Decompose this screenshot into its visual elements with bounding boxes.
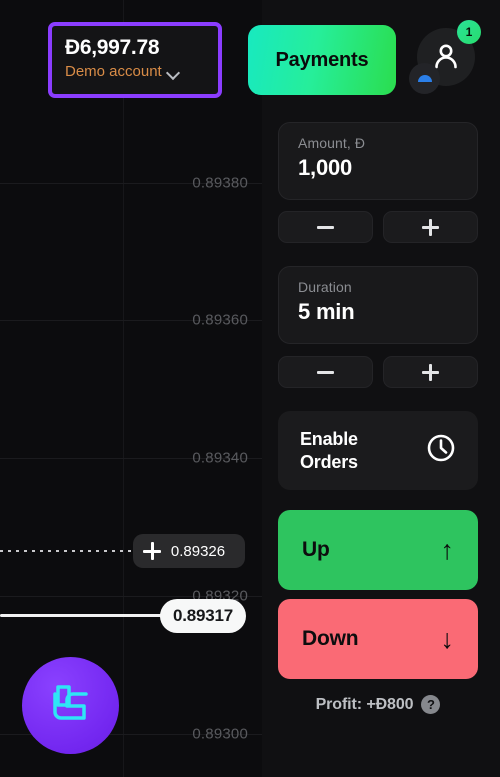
duration-value[interactable]: 5 min: [298, 298, 477, 326]
strike-price-line: [0, 550, 140, 552]
balance-account-row[interactable]: Demo account: [65, 62, 218, 81]
enable-orders-button[interactable]: Enable Orders: [278, 411, 478, 490]
duration-field[interactable]: Duration 5 min: [278, 266, 478, 344]
minus-icon: [317, 225, 334, 229]
arrow-up-icon: ↑: [440, 534, 455, 565]
price-axis-label: 0.89360: [192, 311, 248, 329]
duration-increase-button[interactable]: [383, 356, 478, 388]
payments-button-label: Payments: [275, 48, 369, 71]
account-type-label: Demo account: [65, 63, 162, 80]
balance-amount: Đ6,997.78: [65, 36, 160, 59]
price-axis-label: 0.89300: [192, 725, 248, 743]
plus-icon: [143, 542, 161, 560]
duration-label: Duration: [298, 279, 352, 295]
trading-app-window: 0.89380 0.89360 0.89340 0.89320 0.89300 …: [0, 0, 500, 777]
price-axis-label: 0.89340: [192, 449, 248, 467]
enable-orders-line2: Orders: [300, 451, 358, 472]
amount-label: Amount, Đ: [298, 135, 366, 151]
chevron-down-icon: [168, 68, 179, 75]
price-axis-label: 0.89380: [192, 174, 248, 192]
up-button-label: Up: [302, 538, 330, 561]
current-price-line: [0, 614, 168, 617]
amount-decrease-button[interactable]: [278, 211, 373, 243]
duration-decrease-button[interactable]: [278, 356, 373, 388]
strike-price-value: 0.89326: [170, 542, 226, 560]
down-button[interactable]: Down ↓: [278, 599, 478, 679]
balance-selector[interactable]: Đ6,997.78 Demo account: [48, 22, 222, 98]
account-status-icon[interactable]: [409, 63, 440, 94]
enable-orders-label: Enable Orders: [300, 428, 358, 474]
plus-icon: [422, 218, 439, 236]
profile-area[interactable]: 1: [409, 20, 481, 100]
notification-badge[interactable]: 1: [457, 20, 481, 44]
enable-orders-line1: Enable: [300, 428, 358, 449]
plus-icon: [422, 363, 439, 381]
price-chart[interactable]: 0.89380 0.89360 0.89340 0.89320 0.89300 …: [0, 0, 262, 777]
down-button-label: Down: [302, 627, 359, 650]
clock-icon: [426, 433, 456, 468]
brand-logo-icon[interactable]: [22, 657, 119, 754]
amount-value[interactable]: 1,000: [298, 154, 477, 182]
amount-field[interactable]: Amount, Đ 1,000: [278, 122, 478, 200]
minus-icon: [317, 370, 334, 374]
current-price-badge: 0.89317: [160, 599, 246, 633]
arrow-down-icon: ↓: [440, 623, 455, 654]
profit-text: Profit: +Đ800: [315, 695, 414, 713]
profit-row: Profit: +Đ800 ?: [278, 695, 478, 714]
payments-button[interactable]: Payments: [248, 25, 396, 95]
up-button[interactable]: Up ↑: [278, 510, 478, 590]
strike-price-pill[interactable]: 0.89326: [133, 534, 245, 568]
help-icon[interactable]: ?: [421, 695, 441, 714]
chart-gridline-vertical: [123, 0, 124, 777]
amount-increase-button[interactable]: [383, 211, 478, 243]
